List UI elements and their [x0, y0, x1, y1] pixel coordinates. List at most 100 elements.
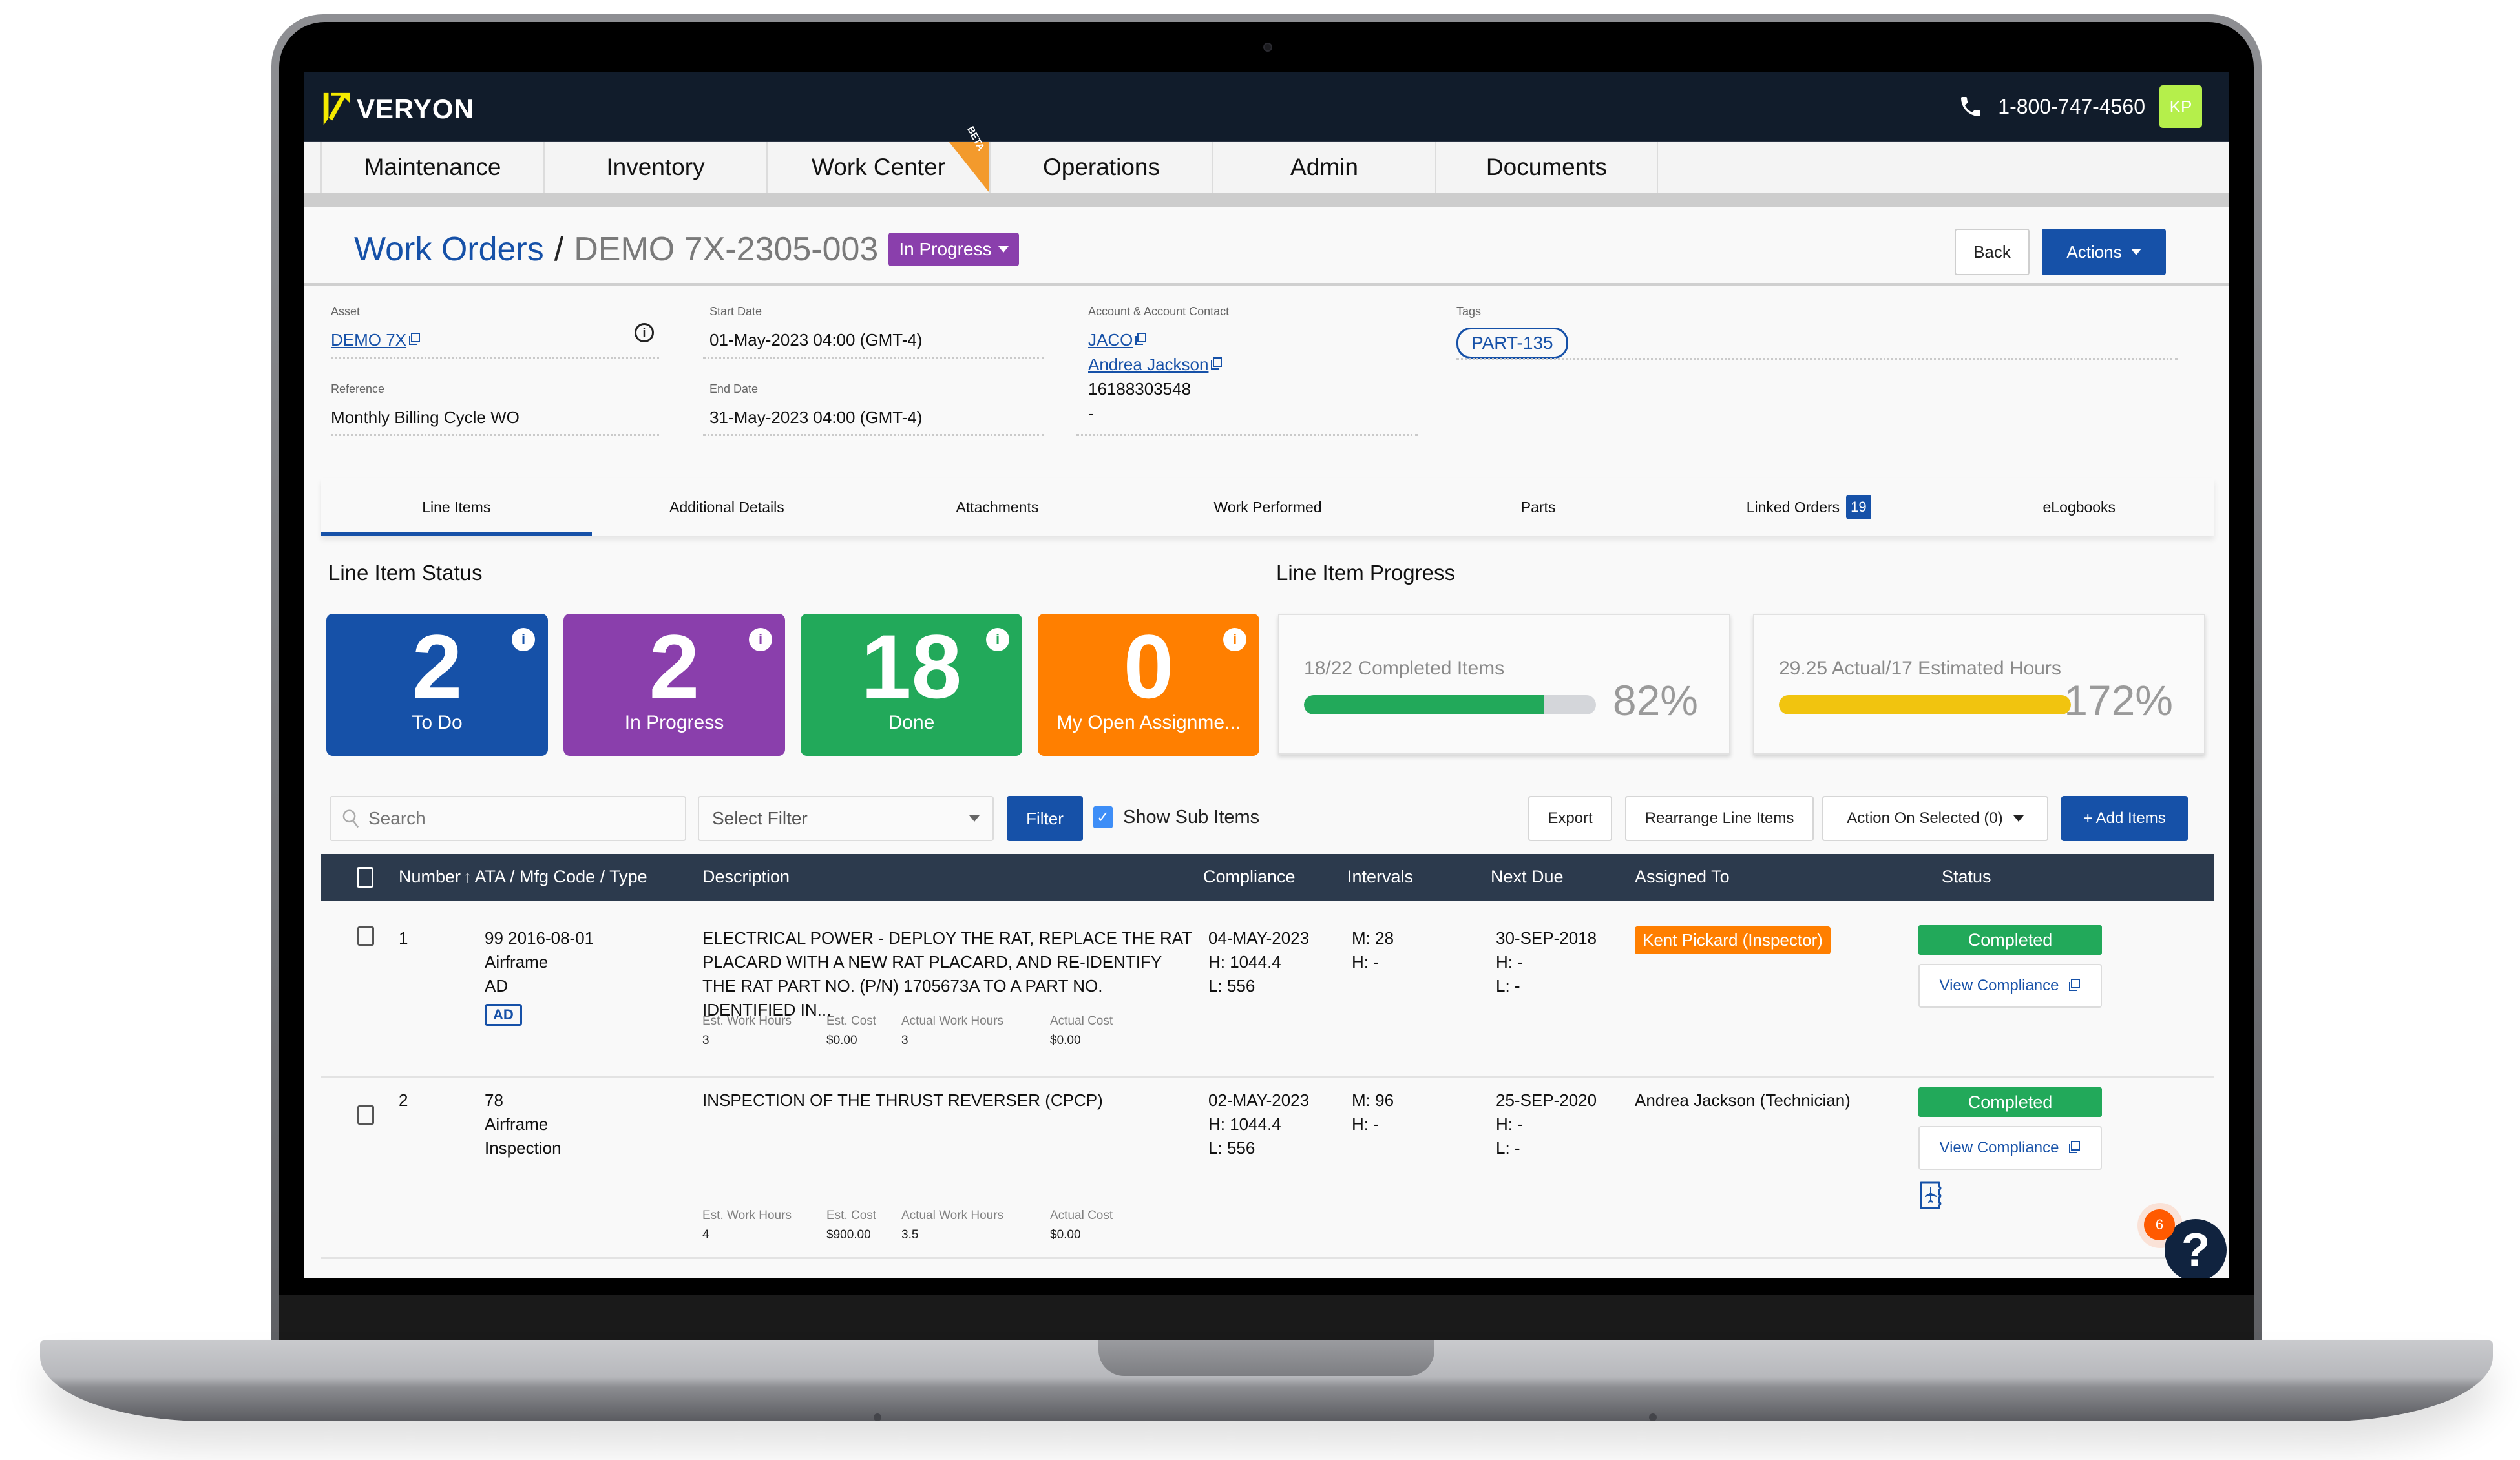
- add-items-button[interactable]: + Add Items: [2061, 796, 2188, 841]
- compliance-date: 04-MAY-2023: [1208, 928, 1310, 948]
- beta-ribbon: [949, 142, 989, 193]
- column-header-status[interactable]: Status: [1942, 867, 1991, 887]
- tag-pill[interactable]: PART-135: [1456, 328, 1568, 359]
- nav-item-maintenance[interactable]: Maintenance: [320, 142, 543, 193]
- assignee-badge[interactable]: Kent Pickard (Inspector): [1635, 926, 1831, 954]
- status-badge-completed: Completed: [1918, 925, 2102, 955]
- column-header-compliance[interactable]: Compliance: [1203, 867, 1296, 887]
- row-ata: 78: [485, 1090, 503, 1110]
- info-icon[interactable]: i: [1223, 628, 1246, 651]
- asset-link[interactable]: DEMO 7X: [331, 330, 406, 349]
- checkbox-checked-icon[interactable]: ✓: [1093, 806, 1113, 828]
- main-nav: Maintenance Inventory Work Center BETA O…: [304, 125, 2229, 193]
- back-button[interactable]: Back: [1955, 229, 2030, 275]
- search-input[interactable]: [368, 808, 666, 829]
- table-row[interactable]: 1 99 2016-08-01 Airframe AD AD ELECTRICA…: [321, 901, 2214, 1078]
- status-card-to-do[interactable]: 2 To Do i: [326, 614, 548, 756]
- search-box[interactable]: [330, 796, 686, 841]
- nav-item-operations[interactable]: Operations: [989, 142, 1212, 193]
- info-icon[interactable]: i: [749, 628, 772, 651]
- info-icon[interactable]: i: [986, 628, 1009, 651]
- meta-label: Actual Work Hours: [901, 1014, 1004, 1028]
- meta-value: 3: [702, 1034, 709, 1047]
- airplane-logbook-icon[interactable]: [1919, 1180, 1944, 1210]
- progress-card-completed-items: 18/22 Completed Items 82%: [1278, 614, 1730, 755]
- tab-bar: Line Items Additional Details Attachment…: [321, 478, 2214, 536]
- row-ata-cell: 78 Airframe Inspection: [485, 1089, 562, 1160]
- tab-line-items[interactable]: Line Items: [321, 478, 592, 536]
- laptop-foot: [874, 1413, 881, 1421]
- row-intervals: M: 28 H: -: [1352, 926, 1394, 974]
- info-icon[interactable]: i: [512, 628, 535, 651]
- interval-hours: H: -: [1352, 952, 1379, 972]
- nav-divider: [304, 193, 2229, 207]
- asset-label: Asset: [331, 305, 361, 318]
- open-new-window-icon[interactable]: [1134, 333, 1147, 347]
- help-notification-badge[interactable]: 6: [2144, 1209, 2175, 1240]
- tab-label: Linked Orders: [1746, 498, 1840, 516]
- rearrange-line-items-button[interactable]: Rearrange Line Items: [1625, 796, 1814, 841]
- status-dropdown-label: In Progress: [899, 239, 992, 259]
- veryon-logo-icon: [323, 92, 350, 126]
- breadcrumb-work-orders[interactable]: Work Orders: [354, 230, 544, 269]
- open-new-window-icon: [2069, 1141, 2081, 1153]
- status-card-label: Done: [888, 712, 935, 733]
- brand-name: VERYON: [357, 94, 474, 124]
- select-all-checkbox[interactable]: [357, 867, 373, 888]
- progress-track: [1304, 695, 1596, 714]
- nav-item-admin[interactable]: Admin: [1212, 142, 1435, 193]
- tab-attachments[interactable]: Attachments: [862, 478, 1133, 536]
- tab-elogbooks[interactable]: eLogbooks: [1944, 478, 2214, 536]
- meta-label: Est. Cost: [826, 1209, 877, 1222]
- column-header-description[interactable]: Description: [702, 867, 790, 887]
- caret-down-icon: [2013, 815, 2024, 822]
- status-card-my-open-assignments[interactable]: 0 My Open Assignme... i: [1038, 614, 1259, 756]
- user-avatar[interactable]: KP: [2159, 85, 2202, 128]
- tab-linked-orders[interactable]: Linked Orders 19: [1674, 478, 1944, 536]
- export-button[interactable]: Export: [1528, 796, 1612, 841]
- row-description: ELECTRICAL POWER - DEPLOY THE RAT, REPLA…: [702, 928, 1192, 1019]
- action-on-selected-dropdown[interactable]: Action On Selected (0): [1822, 796, 2048, 841]
- table-row[interactable]: 2 78 Airframe Inspection INSPECTION OF T…: [321, 1078, 2214, 1259]
- tab-parts[interactable]: Parts: [1403, 478, 1674, 536]
- tab-work-performed[interactable]: Work Performed: [1133, 478, 1403, 536]
- status-dropdown[interactable]: In Progress: [888, 233, 1019, 266]
- row-checkbox[interactable]: [357, 1105, 374, 1125]
- actual-cost: Actual Cost $0.00: [1050, 1012, 1113, 1050]
- show-sub-items-toggle[interactable]: ✓ Show Sub Items: [1093, 806, 1259, 828]
- filter-button[interactable]: Filter: [1007, 796, 1083, 841]
- veryon-logo[interactable]: VERYON: [322, 90, 474, 128]
- column-header-intervals[interactable]: Intervals: [1347, 867, 1413, 887]
- tab-additional-details[interactable]: Additional Details: [592, 478, 863, 536]
- nav-item-inventory[interactable]: Inventory: [543, 142, 766, 193]
- tab-label: Line Items: [422, 498, 491, 516]
- row-mfg: Airframe: [485, 1114, 549, 1134]
- status-card-in-progress[interactable]: 2 In Progress i: [563, 614, 785, 756]
- contact-link[interactable]: Andrea Jackson: [1088, 355, 1208, 374]
- info-icon[interactable]: i: [635, 323, 654, 342]
- column-header-next-due[interactable]: Next Due: [1491, 867, 1564, 887]
- open-new-window-icon[interactable]: [1210, 357, 1223, 371]
- actual-cost: Actual Cost $0.00: [1050, 1206, 1113, 1245]
- row-ata-cell: 99 2016-08-01 Airframe AD AD: [485, 926, 594, 1026]
- start-date-label: Start Date: [709, 305, 762, 318]
- column-header-number[interactable]: Number ↑ ATA / Mfg Code / Type: [399, 867, 647, 887]
- open-new-window-icon[interactable]: [408, 333, 421, 347]
- meta-value: 3.5: [901, 1228, 919, 1242]
- row-intervals: M: 96 H: -: [1352, 1089, 1394, 1136]
- row-checkbox[interactable]: [357, 926, 374, 946]
- status-card-done[interactable]: 18 Done i: [801, 614, 1022, 756]
- view-compliance-button[interactable]: View Compliance: [1918, 964, 2102, 1008]
- account-link[interactable]: JACO: [1088, 330, 1133, 349]
- select-filter-dropdown[interactable]: Select Filter: [698, 796, 994, 841]
- column-header-assigned-to[interactable]: Assigned To: [1635, 867, 1730, 887]
- meta-value: $0.00: [826, 1034, 857, 1047]
- nav-item-label: Maintenance: [364, 154, 501, 180]
- nav-item-documents[interactable]: Documents: [1435, 142, 1658, 193]
- progress-fill: [1304, 695, 1544, 714]
- view-compliance-button[interactable]: View Compliance: [1918, 1126, 2102, 1170]
- nav-item-work-center[interactable]: Work Center BETA: [766, 125, 989, 193]
- actions-button[interactable]: Actions: [2042, 229, 2166, 275]
- support-phone[interactable]: 1-800-747-4560: [1998, 95, 2145, 119]
- row-ata: 99 2016-08-01: [485, 928, 594, 948]
